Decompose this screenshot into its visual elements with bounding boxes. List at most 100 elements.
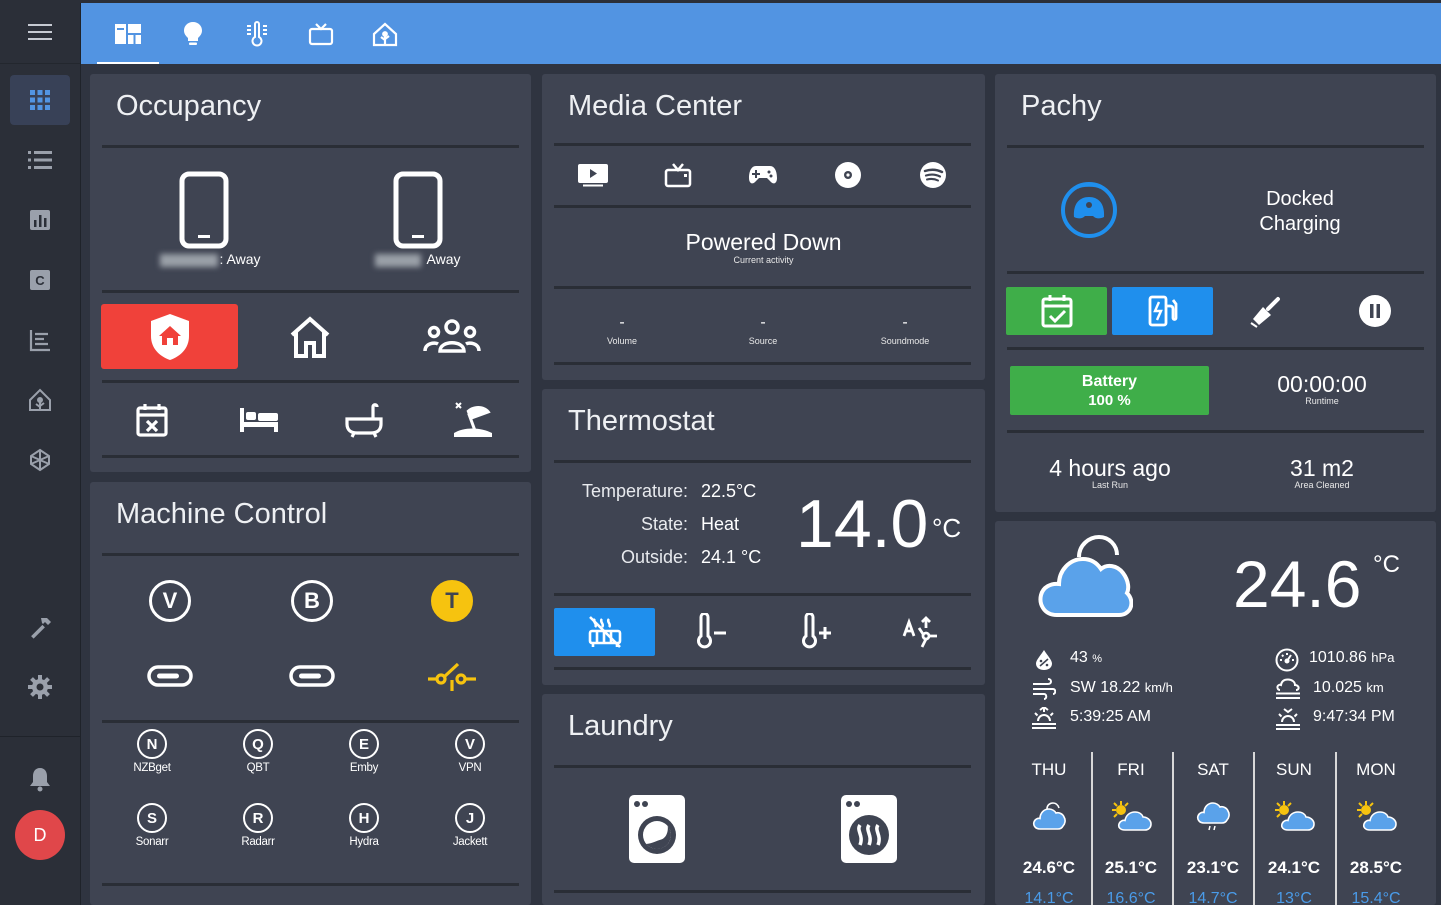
temp-up-button[interactable] bbox=[792, 611, 840, 653]
auto-mode-button[interactable] bbox=[897, 611, 947, 653]
divider bbox=[102, 455, 519, 458]
tv-classic-icon bbox=[664, 163, 692, 188]
sidebar-item-notifications[interactable] bbox=[10, 754, 70, 804]
washing-machine-icon bbox=[629, 795, 685, 863]
setpoint-unit: °C bbox=[932, 513, 962, 543]
divider bbox=[554, 286, 971, 289]
sidebar-item-list[interactable] bbox=[10, 135, 70, 185]
toggle-v[interactable] bbox=[146, 662, 194, 690]
service-label: Radarr bbox=[241, 836, 275, 848]
temperature-value: 22.5°C bbox=[701, 481, 757, 501]
area-label: Area Cleaned bbox=[1294, 480, 1350, 490]
sidebar-item-settings[interactable] bbox=[10, 662, 70, 712]
setpoint-value: 14.0 bbox=[796, 486, 929, 562]
electric-switch-icon bbox=[428, 662, 476, 691]
game-button[interactable] bbox=[745, 160, 781, 190]
heat-mode-inner bbox=[554, 608, 655, 656]
spotify-button[interactable] bbox=[915, 160, 951, 190]
sidebar-item-logbook[interactable] bbox=[10, 315, 70, 365]
svg-text:C: C bbox=[35, 273, 45, 288]
tab-media[interactable] bbox=[289, 3, 353, 64]
wind-value: SW 18.22 km/h bbox=[1070, 679, 1173, 696]
forecast-low: 14.7°C bbox=[1188, 890, 1238, 905]
schedule-button-inner bbox=[1006, 287, 1107, 335]
broom-icon bbox=[1250, 297, 1280, 328]
divider bbox=[102, 145, 519, 148]
calendar-off-button[interactable] bbox=[130, 398, 174, 442]
tab-overview[interactable] bbox=[97, 3, 159, 64]
machine-v-button[interactable]: V bbox=[146, 577, 194, 625]
divider bbox=[554, 890, 971, 893]
tv-button[interactable] bbox=[660, 160, 696, 190]
divider bbox=[102, 380, 519, 383]
dock-button-inner bbox=[1112, 287, 1213, 335]
service-nzbget-button[interactable]: N NZBget bbox=[122, 729, 182, 783]
youtube-button[interactable] bbox=[575, 160, 611, 190]
alarm-button[interactable] bbox=[101, 304, 238, 369]
service-sonarr-button[interactable]: S Sonarr bbox=[122, 803, 182, 857]
divider bbox=[102, 553, 519, 556]
letter-s-icon: S bbox=[137, 803, 167, 833]
dryer-button[interactable] bbox=[840, 794, 898, 864]
sunset-icon bbox=[1276, 708, 1300, 730]
pause-button[interactable] bbox=[1353, 290, 1397, 332]
service-label: QBT bbox=[246, 762, 270, 774]
clean-button[interactable] bbox=[1245, 290, 1289, 332]
washer-button[interactable] bbox=[628, 794, 686, 864]
sunset-value: 9:47:34 PM bbox=[1313, 708, 1395, 725]
vacuum-status[interactable] bbox=[1059, 180, 1119, 240]
machine-control-title: Machine Control bbox=[116, 498, 328, 530]
disc-button[interactable] bbox=[830, 160, 866, 190]
machine-b-button[interactable]: B bbox=[288, 577, 336, 625]
guests-button[interactable] bbox=[420, 314, 484, 358]
phone-2[interactable] bbox=[390, 170, 446, 250]
service-hydra-button[interactable]: H Hydra bbox=[334, 803, 394, 857]
heat-mode-button[interactable] bbox=[554, 608, 655, 656]
tab-climate[interactable] bbox=[225, 3, 289, 64]
sidebar-item-home-assistant[interactable] bbox=[10, 375, 70, 425]
blurred-name bbox=[375, 253, 422, 267]
ev-station-icon bbox=[1148, 295, 1177, 327]
sidebar-item-calendar[interactable]: C bbox=[10, 255, 70, 305]
letter-v-icon: V bbox=[455, 729, 485, 759]
machine-t-button[interactable]: T bbox=[428, 577, 476, 625]
partly-sunny-icon bbox=[1336, 798, 1416, 834]
menu-button[interactable] bbox=[0, 0, 80, 64]
tab-lights[interactable] bbox=[161, 3, 225, 64]
toggle-b[interactable] bbox=[288, 662, 336, 690]
person-1-status: : Away bbox=[150, 251, 270, 267]
service-qbt-button[interactable]: Q QBT bbox=[228, 729, 288, 783]
sidebar-item-developer-tools[interactable] bbox=[10, 602, 70, 652]
service-vpn-button[interactable]: V VPN bbox=[440, 729, 500, 783]
toggle-t[interactable] bbox=[426, 658, 478, 694]
forecast-low: 15.4°C bbox=[1351, 890, 1401, 905]
calendar-remove-icon bbox=[136, 404, 168, 437]
bath-mode-button[interactable] bbox=[340, 398, 388, 442]
divider bbox=[102, 720, 519, 723]
sidebar-item-history[interactable] bbox=[10, 195, 70, 245]
home-mode-button[interactable] bbox=[280, 308, 340, 366]
sleep-mode-button[interactable] bbox=[235, 400, 283, 440]
fan-auto-icon bbox=[902, 616, 937, 648]
partly-sunny-icon bbox=[1091, 798, 1171, 834]
runtime-value: 00:00:00 bbox=[1277, 371, 1367, 397]
avatar[interactable]: D bbox=[15, 810, 65, 860]
sidebar-item-overview[interactable] bbox=[10, 75, 70, 125]
dock-button[interactable] bbox=[1112, 287, 1213, 335]
vacation-mode-button[interactable] bbox=[446, 396, 498, 442]
divider bbox=[554, 205, 971, 208]
schedule-button[interactable] bbox=[1006, 287, 1107, 335]
tab-home[interactable] bbox=[353, 3, 417, 64]
sidebar-item-node-red[interactable] bbox=[10, 435, 70, 485]
phone-1[interactable] bbox=[176, 170, 232, 250]
sunrise-value: 5:39:25 AM bbox=[1070, 708, 1151, 725]
tv-icon bbox=[308, 22, 334, 45]
service-emby-button[interactable]: E Emby bbox=[334, 729, 394, 783]
visibility-icon-wrap bbox=[1274, 677, 1302, 701]
service-radarr-button[interactable]: R Radarr bbox=[228, 803, 288, 857]
forecast-separator bbox=[1172, 752, 1174, 905]
visibility-value: 10.025 km bbox=[1313, 679, 1384, 696]
service-jackett-button[interactable]: J Jackett bbox=[440, 803, 500, 857]
soundmode-label: Soundmode bbox=[880, 336, 930, 346]
temp-down-button[interactable] bbox=[687, 611, 735, 653]
